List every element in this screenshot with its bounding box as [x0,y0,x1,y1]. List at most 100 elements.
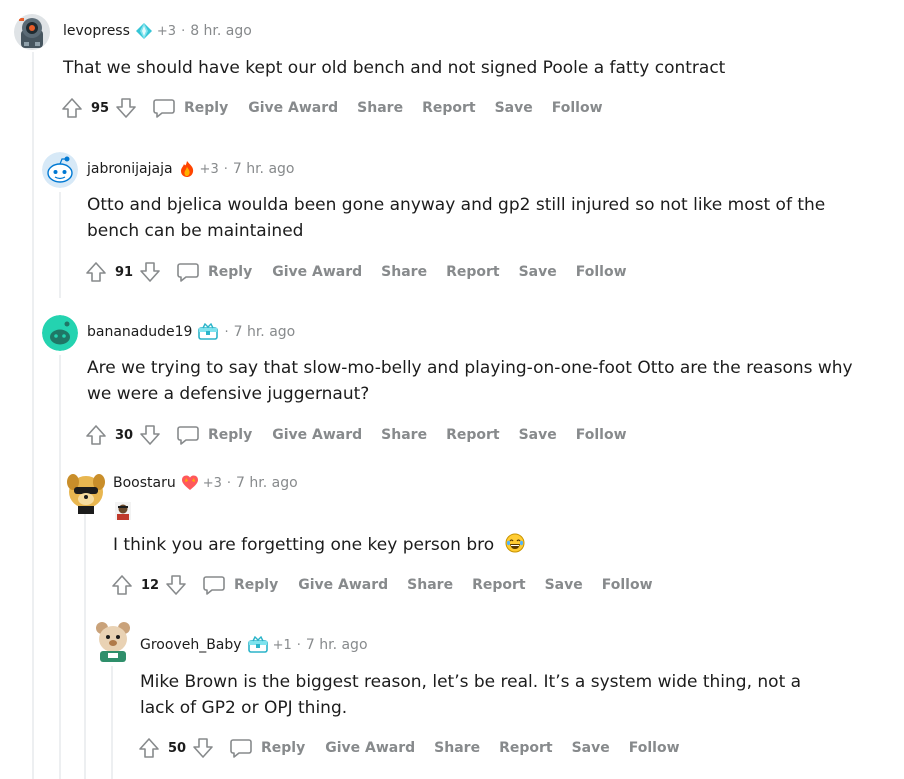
username[interactable]: Grooveh_Baby [140,637,242,653]
award-count[interactable]: +1 [273,638,292,653]
report-button[interactable]: Report [446,427,500,443]
avatar[interactable] [66,470,106,514]
save-button[interactable]: Save [545,577,583,593]
heart-award-icon[interactable] [181,474,199,492]
reply-label: Reply [261,740,306,756]
vote-score: 30 [114,427,134,443]
snoo-avatar-icon [42,152,78,188]
downvote-icon[interactable] [164,572,188,598]
upvote-icon[interactable] [84,422,108,448]
thread-line[interactable] [84,514,86,779]
thread-line[interactable] [59,192,61,298]
award-count[interactable]: +3 [157,24,176,39]
thread-line[interactable] [59,355,61,779]
user-flair-avatar-icon [115,502,131,520]
vote-score: 91 [114,264,134,280]
timestamp[interactable]: 7 hr. ago [234,324,296,340]
username[interactable]: bananadude19 [87,324,192,340]
upvote-icon[interactable] [84,259,108,285]
vote-score: 50 [167,740,187,756]
upvote-icon[interactable] [60,95,84,121]
snoo-avatar-icon [42,315,78,351]
diamond-award-icon[interactable] [135,22,153,40]
award-count[interactable]: +3 [203,476,222,491]
reply-label: Reply [208,427,253,443]
reply-label: Reply [184,100,229,116]
downvote-icon[interactable] [191,735,215,761]
avatar[interactable] [14,14,50,50]
share-button[interactable]: Share [434,740,480,756]
follow-button[interactable]: Follow [602,577,653,593]
avatar[interactable] [94,620,132,662]
comment-header: jabronijajaja +3 · 7 hr. ago [87,160,295,178]
give-award-button[interactable]: Give Award [272,427,362,443]
comment-body: Otto and bjelica woulda been gone anyway… [87,195,826,241]
save-button[interactable]: Save [519,427,557,443]
follow-button[interactable]: Follow [629,740,680,756]
reply-button[interactable]: Reply [176,261,252,283]
timestamp[interactable]: 7 hr. ago [306,637,368,653]
comment-body: Mike Brown is the biggest reason, let’s … [140,672,802,718]
chat-bubble-icon [177,426,199,445]
comment-body: Are we trying to say that slow-mo-belly … [87,358,853,404]
reply-button[interactable]: Reply [202,574,278,596]
chat-bubble-icon [230,739,252,758]
separator-dot: · [226,475,232,491]
separator-dot: · [181,23,186,39]
comment-header: bananadude19 · 7 hr. ago [87,323,295,341]
report-button[interactable]: Report [499,740,553,756]
thread-line[interactable] [111,666,113,779]
username[interactable]: jabronijajaja [87,161,173,177]
username[interactable]: Boostaru [113,475,176,491]
chat-bubble-icon [177,263,199,282]
save-button[interactable]: Save [572,740,610,756]
downvote-icon[interactable] [138,422,162,448]
report-button[interactable]: Report [422,100,476,116]
give-award-button[interactable]: Give Award [298,577,388,593]
reply-button[interactable]: Reply [176,424,252,446]
give-award-button[interactable]: Give Award [325,740,415,756]
share-button[interactable]: Share [407,577,453,593]
dog-avatar-icon [67,474,105,514]
timestamp[interactable]: 7 hr. ago [236,475,298,491]
comment-text: I think you are forgetting one key perso… [113,535,495,555]
avatar[interactable] [42,152,78,188]
fire-award-icon[interactable] [178,160,196,178]
upvote-icon[interactable] [137,735,161,761]
downvote-icon[interactable] [138,259,162,285]
username[interactable]: levopress [63,23,130,39]
comment-header: levopress +3 · 8 hr. ago [63,22,252,40]
chest-award-icon[interactable] [247,636,269,654]
downvote-icon[interactable] [114,95,138,121]
vote-score: 95 [90,100,110,116]
share-button[interactable]: Share [381,427,427,443]
laughing-emoji-icon [505,533,525,561]
award-count[interactable]: +3 [200,162,219,177]
avatar[interactable] [42,315,78,351]
robot-avatar-icon [14,14,50,50]
chat-bubble-icon [203,576,225,595]
follow-button[interactable]: Follow [576,427,627,443]
report-button[interactable]: Report [472,577,526,593]
reply-button[interactable]: Reply [152,97,228,119]
report-button[interactable]: Report [446,264,500,280]
bear-avatar-icon [96,622,130,662]
give-award-button[interactable]: Give Award [272,264,362,280]
chest-award-icon[interactable] [197,323,219,341]
comment-header: Boostaru +3 · 7 hr. ago [113,474,298,492]
comment-actions: 91 Reply Give Award Share Report Save Fo… [84,259,627,285]
give-award-button[interactable]: Give Award [248,100,338,116]
timestamp[interactable]: 7 hr. ago [233,161,295,177]
save-button[interactable]: Save [495,100,533,116]
save-button[interactable]: Save [519,264,557,280]
follow-button[interactable]: Follow [552,100,603,116]
comment-actions: 95 Reply Give Award Share Report Save Fo… [60,95,603,121]
comment-header: Grooveh_Baby +1 · 7 hr. ago [140,636,368,654]
share-button[interactable]: Share [357,100,403,116]
follow-button[interactable]: Follow [576,264,627,280]
thread-line[interactable] [32,52,34,779]
reply-button[interactable]: Reply [229,737,305,759]
share-button[interactable]: Share [381,264,427,280]
upvote-icon[interactable] [110,572,134,598]
timestamp[interactable]: 8 hr. ago [190,23,252,39]
